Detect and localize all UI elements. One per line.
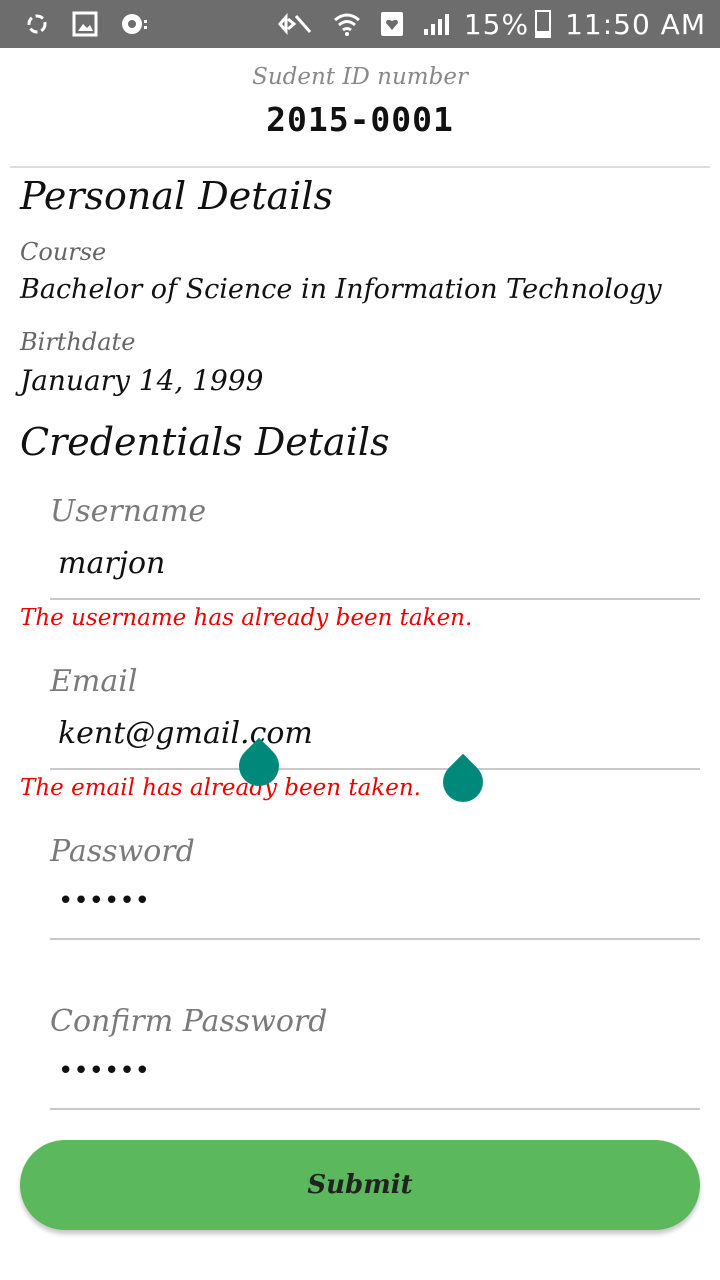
email-label: Email [50,664,138,699]
birthdate-value: January 14, 1999 [20,364,264,397]
password-field[interactable]: Password •••••• [50,830,700,942]
confirm-password-label: Confirm Password [50,1004,328,1039]
confirm-password-input[interactable]: •••••• [58,1056,150,1086]
username-label: Username [50,494,207,529]
student-id-label: Sudent ID number [252,64,468,90]
username-underline [50,598,700,600]
signal-icon [422,11,450,37]
email-field[interactable]: Email kent@gmail.com [50,660,700,772]
password-underline [50,938,700,940]
password-label: Password [50,834,195,869]
image-icon [72,11,98,37]
battery-percent: 15% [463,7,530,41]
wifi-icon [332,11,362,37]
email-error: The email has already been taken. [20,775,421,801]
email-underline [50,768,700,770]
course-value: Bachelor of Science in Information Techn… [20,274,662,305]
heart-icon [380,11,404,37]
password-input[interactable]: •••••• [58,886,150,916]
birthdate-label: Birthdate [20,328,136,356]
credentials-details-title: Credentials Details [20,420,390,464]
username-error: The username has already been taken. [20,605,473,631]
battery-icon [535,10,552,38]
record-icon [120,11,150,37]
divider [10,166,710,168]
clock: 11:50 AM [565,7,706,41]
submit-button[interactable]: Submit [20,1140,700,1230]
confirm-password-field[interactable]: Confirm Password •••••• [50,1000,700,1112]
email-input[interactable]: kent@gmail.com [58,716,313,751]
personal-details-title: Personal Details [20,174,333,218]
course-label: Course [20,238,107,266]
mute-icon [276,11,314,37]
student-id-value: 2015-0001 [266,100,454,139]
status-bar: 15% 11:50 AM [0,0,720,48]
username-input[interactable]: marjon [58,546,165,581]
username-field[interactable]: Username marjon [50,490,700,602]
confirm-password-underline [50,1108,700,1110]
submit-label: Submit [307,1170,413,1200]
sync-icon [24,11,50,37]
